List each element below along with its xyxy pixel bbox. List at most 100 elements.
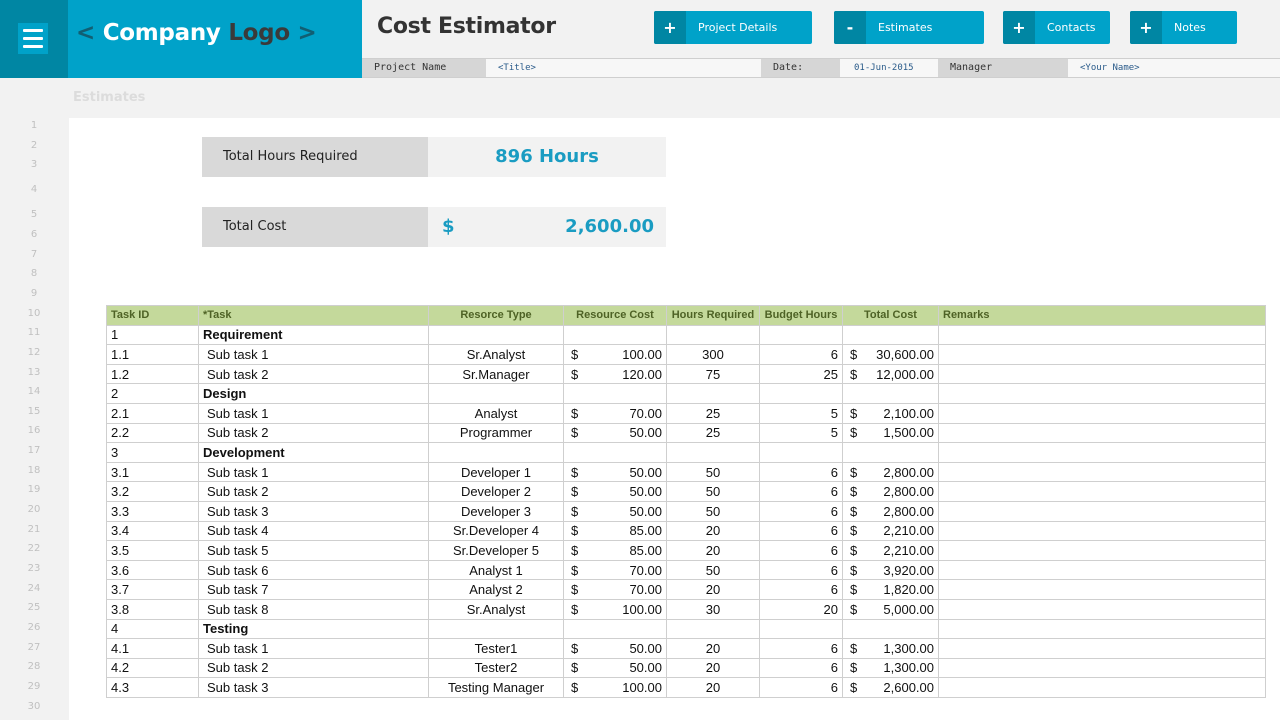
column-header-budget-hours[interactable]: Budget Hours bbox=[760, 306, 843, 326]
budget-hours-cell[interactable] bbox=[760, 619, 843, 639]
hours-required-cell[interactable]: 300 bbox=[667, 345, 760, 365]
row-number[interactable]: 23 bbox=[0, 563, 68, 574]
remarks-cell[interactable] bbox=[939, 325, 1266, 345]
budget-hours-cell[interactable]: 6 bbox=[760, 501, 843, 521]
total-cost-cell[interactable] bbox=[843, 619, 939, 639]
row-number[interactable]: 10 bbox=[0, 308, 68, 319]
task-name-cell[interactable]: Sub task 1 bbox=[199, 403, 429, 423]
total-cost-cell[interactable]: $1,820.00 bbox=[843, 580, 939, 600]
resource-type-cell[interactable]: Sr.Manager bbox=[429, 364, 564, 384]
row-number[interactable]: 11 bbox=[0, 327, 68, 338]
resource-cost-cell[interactable]: $70.00 bbox=[564, 560, 667, 580]
resource-type-cell[interactable]: Sr.Analyst bbox=[429, 599, 564, 619]
resource-type-cell[interactable]: Sr.Developer 4 bbox=[429, 521, 564, 541]
total-cost-cell[interactable] bbox=[843, 325, 939, 345]
task-group-name-cell[interactable]: Design bbox=[199, 384, 429, 404]
row-number[interactable]: 15 bbox=[0, 406, 68, 417]
remarks-cell[interactable] bbox=[939, 501, 1266, 521]
column-header-remarks[interactable]: Remarks bbox=[939, 306, 1266, 326]
task-name-cell[interactable]: Sub task 3 bbox=[199, 501, 429, 521]
task-group-name-cell[interactable]: Development bbox=[199, 443, 429, 463]
total-cost-cell[interactable]: $1,300.00 bbox=[843, 639, 939, 659]
resource-type-cell[interactable]: Testing Manager bbox=[429, 678, 564, 698]
total-cost-cell[interactable]: $2,100.00 bbox=[843, 403, 939, 423]
remarks-cell[interactable] bbox=[939, 580, 1266, 600]
budget-hours-cell[interactable] bbox=[760, 325, 843, 345]
row-number[interactable]: 20 bbox=[0, 504, 68, 515]
hours-required-cell[interactable]: 25 bbox=[667, 403, 760, 423]
column-header-total-cost[interactable]: Total Cost bbox=[843, 306, 939, 326]
row-number[interactable]: 29 bbox=[0, 681, 68, 692]
task-id-cell[interactable]: 2 bbox=[107, 384, 199, 404]
resource-cost-cell[interactable] bbox=[564, 619, 667, 639]
task-group-name-cell[interactable]: Testing bbox=[199, 619, 429, 639]
total-cost-cell[interactable]: $30,600.00 bbox=[843, 345, 939, 365]
task-id-cell[interactable]: 3 bbox=[107, 443, 199, 463]
hours-required-cell[interactable] bbox=[667, 384, 760, 404]
resource-cost-cell[interactable] bbox=[564, 384, 667, 404]
task-name-cell[interactable]: Sub task 4 bbox=[199, 521, 429, 541]
task-name-cell[interactable]: Sub task 1 bbox=[199, 639, 429, 659]
task-name-cell[interactable]: Sub task 6 bbox=[199, 560, 429, 580]
resource-type-cell[interactable]: Analyst 1 bbox=[429, 560, 564, 580]
project-details-button[interactable]: + Project Details bbox=[654, 11, 812, 44]
task-id-cell[interactable]: 3.8 bbox=[107, 599, 199, 619]
task-name-cell[interactable]: Sub task 5 bbox=[199, 541, 429, 561]
total-cost-cell[interactable]: $3,920.00 bbox=[843, 560, 939, 580]
task-id-cell[interactable]: 3.4 bbox=[107, 521, 199, 541]
resource-type-cell[interactable]: Analyst 2 bbox=[429, 580, 564, 600]
hours-required-cell[interactable]: 20 bbox=[667, 639, 760, 659]
task-name-cell[interactable]: Sub task 2 bbox=[199, 364, 429, 384]
budget-hours-cell[interactable]: 6 bbox=[760, 580, 843, 600]
total-cost-cell[interactable]: $5,000.00 bbox=[843, 599, 939, 619]
column-header-hours-required[interactable]: Hours Required bbox=[667, 306, 760, 326]
task-id-cell[interactable]: 4.2 bbox=[107, 658, 199, 678]
task-name-cell[interactable]: Sub task 3 bbox=[199, 678, 429, 698]
resource-type-cell[interactable]: Analyst bbox=[429, 403, 564, 423]
remarks-cell[interactable] bbox=[939, 443, 1266, 463]
remarks-cell[interactable] bbox=[939, 384, 1266, 404]
task-id-cell[interactable]: 1.1 bbox=[107, 345, 199, 365]
hours-required-cell[interactable]: 20 bbox=[667, 580, 760, 600]
task-id-cell[interactable]: 3.1 bbox=[107, 462, 199, 482]
budget-hours-cell[interactable]: 6 bbox=[760, 482, 843, 502]
task-id-cell[interactable]: 3.2 bbox=[107, 482, 199, 502]
budget-hours-cell[interactable] bbox=[760, 384, 843, 404]
budget-hours-cell[interactable]: 6 bbox=[760, 560, 843, 580]
total-cost-cell[interactable]: $1,500.00 bbox=[843, 423, 939, 443]
task-id-cell[interactable]: 2.2 bbox=[107, 423, 199, 443]
total-cost-cell[interactable]: $1,300.00 bbox=[843, 658, 939, 678]
estimates-button[interactable]: - Estimates bbox=[834, 11, 984, 44]
hours-required-cell[interactable]: 50 bbox=[667, 560, 760, 580]
remarks-cell[interactable] bbox=[939, 521, 1266, 541]
hours-required-cell[interactable]: 50 bbox=[667, 501, 760, 521]
resource-cost-cell[interactable]: $85.00 bbox=[564, 521, 667, 541]
total-cost-cell[interactable]: $2,210.00 bbox=[843, 541, 939, 561]
row-number[interactable]: 12 bbox=[0, 347, 68, 358]
resource-type-cell[interactable] bbox=[429, 325, 564, 345]
contacts-button[interactable]: + Contacts bbox=[1003, 11, 1110, 44]
hours-required-cell[interactable]: 20 bbox=[667, 541, 760, 561]
remarks-cell[interactable] bbox=[939, 345, 1266, 365]
row-number[interactable]: 22 bbox=[0, 543, 68, 554]
task-name-cell[interactable]: Sub task 8 bbox=[199, 599, 429, 619]
task-id-cell[interactable]: 3.7 bbox=[107, 580, 199, 600]
task-name-cell[interactable]: Sub task 2 bbox=[199, 423, 429, 443]
task-name-cell[interactable]: Sub task 7 bbox=[199, 580, 429, 600]
budget-hours-cell[interactable]: 6 bbox=[760, 639, 843, 659]
row-number[interactable]: 3 bbox=[0, 159, 68, 170]
task-id-cell[interactable]: 3.5 bbox=[107, 541, 199, 561]
resource-cost-cell[interactable]: $50.00 bbox=[564, 423, 667, 443]
hours-required-cell[interactable]: 20 bbox=[667, 521, 760, 541]
total-cost-cell[interactable]: $2,800.00 bbox=[843, 482, 939, 502]
task-name-cell[interactable]: Sub task 2 bbox=[199, 658, 429, 678]
hours-required-cell[interactable] bbox=[667, 443, 760, 463]
hamburger-menu-button[interactable] bbox=[18, 23, 48, 54]
hours-required-cell[interactable]: 50 bbox=[667, 462, 760, 482]
resource-type-cell[interactable] bbox=[429, 619, 564, 639]
hours-required-cell[interactable]: 50 bbox=[667, 482, 760, 502]
resource-cost-cell[interactable] bbox=[564, 325, 667, 345]
row-number[interactable]: 5 bbox=[0, 209, 68, 220]
budget-hours-cell[interactable]: 25 bbox=[760, 364, 843, 384]
resource-cost-cell[interactable]: $120.00 bbox=[564, 364, 667, 384]
